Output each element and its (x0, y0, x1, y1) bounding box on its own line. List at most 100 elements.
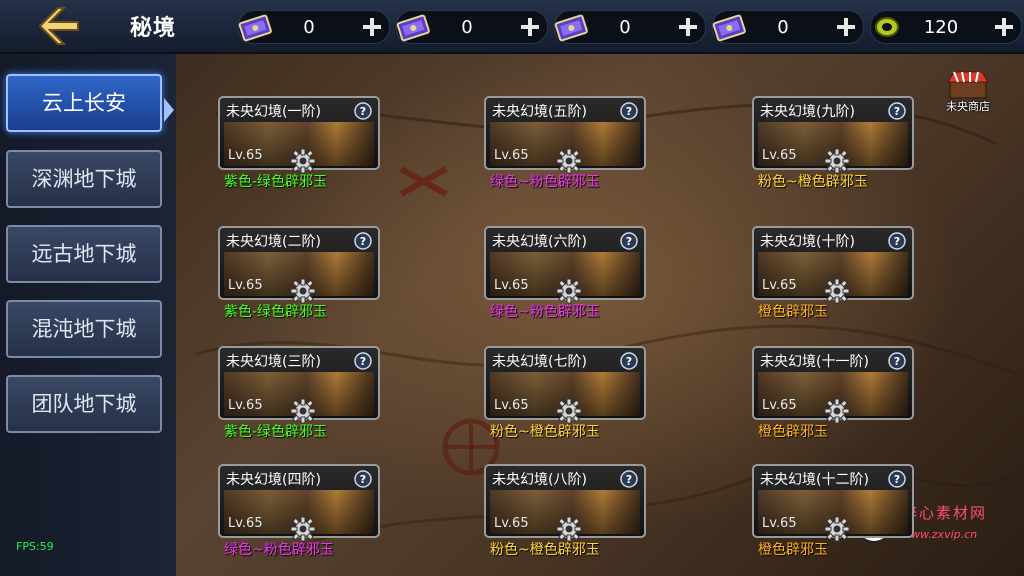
dungeon-reward: 粉色~橙色辟邪玉 (758, 174, 868, 190)
dungeon-reward: 绿色~粉色辟邪玉 (490, 174, 600, 190)
dungeon-reward: 橙色辟邪玉 (758, 304, 828, 320)
help-icon[interactable]: ? (354, 470, 372, 488)
help-icon[interactable]: ? (354, 102, 372, 120)
currency-value: 120 (923, 17, 959, 38)
shop-label: 未央商店 (946, 100, 990, 113)
dungeon-card[interactable]: 未央幻境(三阶)? Lv.65 (218, 346, 380, 424)
svg-text:?: ? (360, 235, 366, 248)
shop-button[interactable]: 未央商店 (940, 68, 996, 116)
dungeon-title: 未央幻境(三阶) (226, 354, 321, 370)
dungeon-title: 未央幻境(二阶) (226, 234, 321, 250)
svg-text:?: ? (626, 235, 632, 248)
dungeon-card[interactable]: 未央幻境(八阶)? Lv.65 (484, 464, 646, 542)
currency-value: 0 (461, 17, 473, 38)
dungeon-card[interactable]: 未央幻境(十阶)? Lv.65 (752, 226, 914, 304)
purple-ticket-icon (235, 11, 275, 43)
svg-text:?: ? (894, 355, 900, 368)
sidebar-item[interactable]: 团队地下城 (6, 375, 162, 433)
svg-text:?: ? (360, 105, 366, 118)
dungeon-level: Lv.65 (494, 278, 529, 293)
dungeon-level: Lv.65 (228, 148, 263, 163)
dungeon-reward: 绿色~粉色辟邪玉 (490, 304, 600, 320)
currency-display: 0 (238, 10, 390, 44)
dungeon-title: 未央幻境(九阶) (760, 104, 855, 120)
shop-stall-icon (947, 71, 989, 99)
dungeon-card[interactable]: 未央幻境(十二阶)? Lv.65 (752, 464, 914, 542)
sidebar-item[interactable]: 云上长安 (6, 74, 162, 132)
dungeon-reward: 粉色~橙色辟邪玉 (490, 424, 600, 440)
dungeon-card[interactable]: 未央幻境(四阶)? Lv.65 (218, 464, 380, 542)
watermark-title: 醉心素材网 (902, 504, 988, 522)
dungeon-reward: 紫色-绿色辟邪玉 (224, 304, 328, 320)
dungeon-card[interactable]: 未央幻境(六阶)? Lv.65 (484, 226, 646, 304)
svg-text:?: ? (626, 355, 632, 368)
help-icon[interactable]: ? (888, 232, 906, 250)
help-icon[interactable]: ? (620, 352, 638, 370)
sidebar-item[interactable]: 远古地下城 (6, 225, 162, 283)
currency-value: 0 (303, 17, 315, 38)
help-icon[interactable]: ? (354, 232, 372, 250)
svg-text:?: ? (360, 355, 366, 368)
currency-display: 0 (712, 10, 864, 44)
help-icon[interactable]: ? (888, 102, 906, 120)
gold-ring-coin-icon (867, 11, 907, 43)
help-icon[interactable]: ? (620, 232, 638, 250)
dungeon-title: 未央幻境(六阶) (492, 234, 587, 250)
dungeon-card[interactable]: 未央幻境(九阶)? Lv.65 (752, 96, 914, 174)
svg-text:?: ? (894, 105, 900, 118)
dungeon-title: 未央幻境(一阶) (226, 104, 321, 120)
sidebar-item[interactable]: 混沌地下城 (6, 300, 162, 358)
dungeon-level: Lv.65 (762, 398, 797, 413)
dungeon-title: 未央幻境(十二阶) (760, 472, 869, 488)
currency-display: 0 (554, 10, 706, 44)
plus-icon[interactable] (519, 16, 541, 38)
dungeon-title: 未央幻境(四阶) (226, 472, 321, 488)
purple-ticket-icon (393, 11, 433, 43)
fps-counter: FPS:59 (16, 540, 54, 553)
sidebar: 云上长安深渊地下城远古地下城混沌地下城团队地下城 (0, 54, 176, 576)
dungeon-card[interactable]: 未央幻境(一阶)? Lv.65 (218, 96, 380, 174)
dungeon-title: 未央幻境(十阶) (760, 234, 855, 250)
dungeon-card[interactable]: 未央幻境(五阶)? Lv.65 (484, 96, 646, 174)
back-arrow-icon[interactable] (34, 6, 82, 46)
purple-ticket-icon (551, 11, 591, 43)
help-icon[interactable]: ? (888, 470, 906, 488)
dungeon-reward: 橙色辟邪玉 (758, 542, 828, 558)
plus-icon[interactable] (677, 16, 699, 38)
dungeon-title: 未央幻境(七阶) (492, 354, 587, 370)
dungeon-level: Lv.65 (762, 148, 797, 163)
plus-icon[interactable] (993, 16, 1015, 38)
page-title: 秘境 (130, 16, 177, 41)
currency-display: 120 (870, 10, 1022, 44)
dungeon-level: Lv.65 (494, 516, 529, 531)
dungeon-level: Lv.65 (762, 278, 797, 293)
dungeon-reward: 紫色-绿色辟邪玉 (224, 174, 328, 190)
plus-icon[interactable] (361, 16, 383, 38)
svg-text:?: ? (894, 235, 900, 248)
dungeon-card[interactable]: 未央幻境(十一阶)? Lv.65 (752, 346, 914, 424)
game-screen: 秘境 0 0 0 0 120 云上长安深渊地下城远古地下城混沌地下城团队地下城 FPS:… (0, 0, 1024, 576)
svg-text:?: ? (894, 473, 900, 486)
dungeon-card[interactable]: 未央幻境(七阶)? Lv.65 (484, 346, 646, 424)
currency-value: 0 (619, 17, 631, 38)
top-bar: 秘境 0 0 0 0 120 (0, 0, 1024, 54)
dungeon-reward: 橙色辟邪玉 (758, 424, 828, 440)
dungeon-reward: 粉色~橙色辟邪玉 (490, 542, 600, 558)
sidebar-item[interactable]: 深渊地下城 (6, 150, 162, 208)
currency-value: 0 (777, 17, 789, 38)
dungeon-level: Lv.65 (228, 278, 263, 293)
dungeon-card[interactable]: 未央幻境(二阶)? Lv.65 (218, 226, 380, 304)
help-icon[interactable]: ? (620, 470, 638, 488)
help-icon[interactable]: ? (888, 352, 906, 370)
help-icon[interactable]: ? (354, 352, 372, 370)
dungeon-level: Lv.65 (228, 398, 263, 413)
dungeon-reward: 绿色~粉色辟邪玉 (224, 542, 334, 558)
help-icon[interactable]: ? (620, 102, 638, 120)
dungeon-title: 未央幻境(十一阶) (760, 354, 869, 370)
purple-ticket-icon (709, 11, 749, 43)
dungeon-reward: 紫色-绿色辟邪玉 (224, 424, 328, 440)
currency-display: 0 (396, 10, 548, 44)
plus-icon[interactable] (835, 16, 857, 38)
svg-text:?: ? (626, 105, 632, 118)
svg-text:?: ? (626, 473, 632, 486)
